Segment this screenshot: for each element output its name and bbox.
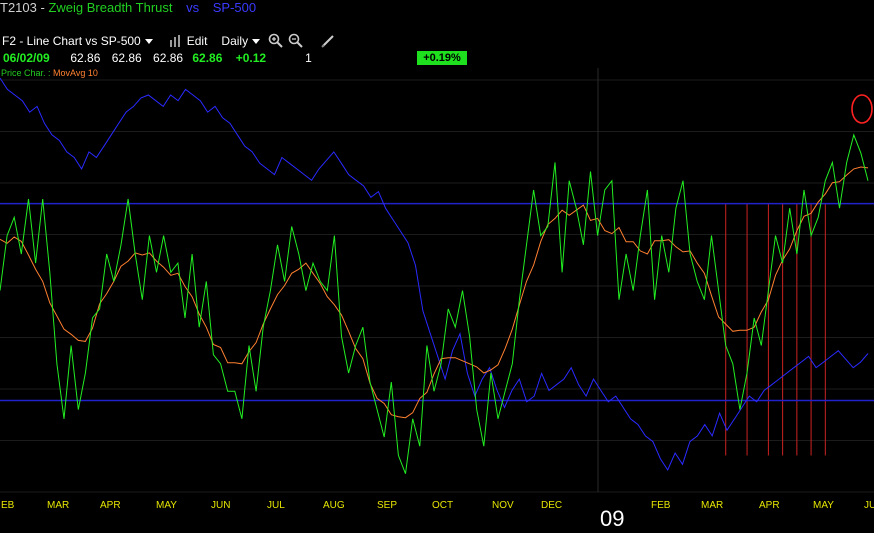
- quote-close: 62.86: [192, 51, 223, 65]
- chevron-down-icon: [144, 38, 153, 44]
- x-tick-label: NOV: [492, 500, 514, 511]
- x-tick-label: JUN: [211, 500, 230, 511]
- symbol-code[interactable]: T2103: [0, 0, 37, 15]
- x-tick-label: SEP: [377, 500, 397, 511]
- compare-symbol[interactable]: SP-500: [213, 0, 256, 15]
- year-label: 09: [600, 506, 624, 531]
- x-tick-label: MAR: [47, 500, 69, 511]
- indicator-title[interactable]: Zweig Breadth Thrust: [48, 0, 172, 15]
- x-tick-label: APR: [100, 500, 121, 511]
- reference-lines: [0, 202, 874, 402]
- period-dropdown[interactable]: Daily: [221, 34, 261, 48]
- chart-type-dropdown[interactable]: F2 - Line Chart vs SP-500: [2, 34, 153, 48]
- pct-change-badge: +0.19%: [417, 51, 467, 65]
- chart-header: T2103 - Zweig Breadth Thrust vs SP-500 F…: [0, 0, 874, 68]
- legend-label: Price Char. :: [1, 68, 51, 78]
- breadth-series-line: [0, 133, 869, 474]
- quote-date: 06/02/09: [3, 51, 50, 65]
- x-tick-label: JU: [864, 500, 874, 511]
- sp500-series-line: [0, 77, 869, 472]
- x-tick-label: MAR: [701, 500, 723, 511]
- x-axis: EB MAR APR MAY JUN JUL AUG SEP OCT NOV DEC 09 FEB MAR…: [1, 500, 874, 531]
- chart-toolbar: F2 - Line Chart vs SP-500 Edit Daily: [0, 33, 336, 49]
- x-tick-label: MAY: [813, 500, 834, 511]
- draw-pencil-icon[interactable]: [320, 33, 336, 49]
- x-tick-label: MAY: [156, 500, 177, 511]
- chart-series: [0, 77, 869, 474]
- x-tick-label: FEB: [651, 500, 671, 511]
- x-tick-label: OCT: [432, 500, 453, 511]
- quote-volume: 1: [305, 51, 312, 65]
- bar-chart-icon: [169, 35, 180, 47]
- signal-markers: [725, 203, 826, 456]
- x-tick-label: JUL: [267, 500, 285, 511]
- moving-average-line: [0, 166, 869, 419]
- edit-label: Edit: [186, 34, 208, 48]
- period-label: Daily: [221, 34, 249, 48]
- x-tick-label: EB: [1, 500, 15, 511]
- zoom-out-icon[interactable]: [288, 33, 304, 49]
- edit-button[interactable]: Edit: [169, 34, 208, 48]
- chart-grid: [0, 68, 874, 493]
- x-tick-label: DEC: [541, 500, 562, 511]
- quote-row: 06/02/09 62.86 62.86 62.86 62.86 +0.12 1: [3, 51, 325, 65]
- x-tick-label: AUG: [323, 500, 345, 511]
- chart-legend: Price Char. : MovAvg 10: [1, 68, 98, 78]
- signal-highlight-circle: [851, 94, 873, 124]
- quote-low: 62.86: [153, 51, 184, 65]
- chevron-down-icon: [252, 38, 261, 44]
- zoom-in-icon[interactable]: [268, 33, 284, 49]
- x-tick-label: APR: [759, 500, 780, 511]
- legend-indicator: MovAvg 10: [53, 68, 98, 78]
- quote-high: 62.86: [111, 51, 142, 65]
- chart-type-label: F2 - Line Chart vs SP-500: [2, 34, 141, 48]
- quote-open: 62.86: [70, 51, 101, 65]
- chart-title-bar: T2103 - Zweig Breadth Thrust vs SP-500: [0, 0, 256, 15]
- title-separator: -: [40, 0, 45, 15]
- quote-change: +0.12: [235, 51, 267, 65]
- chart-plot[interactable]: EB MAR APR MAY JUN JUL AUG SEP OCT NOV DEC 09 FEB MAR…: [0, 0, 874, 533]
- vs-label: vs: [186, 0, 200, 15]
